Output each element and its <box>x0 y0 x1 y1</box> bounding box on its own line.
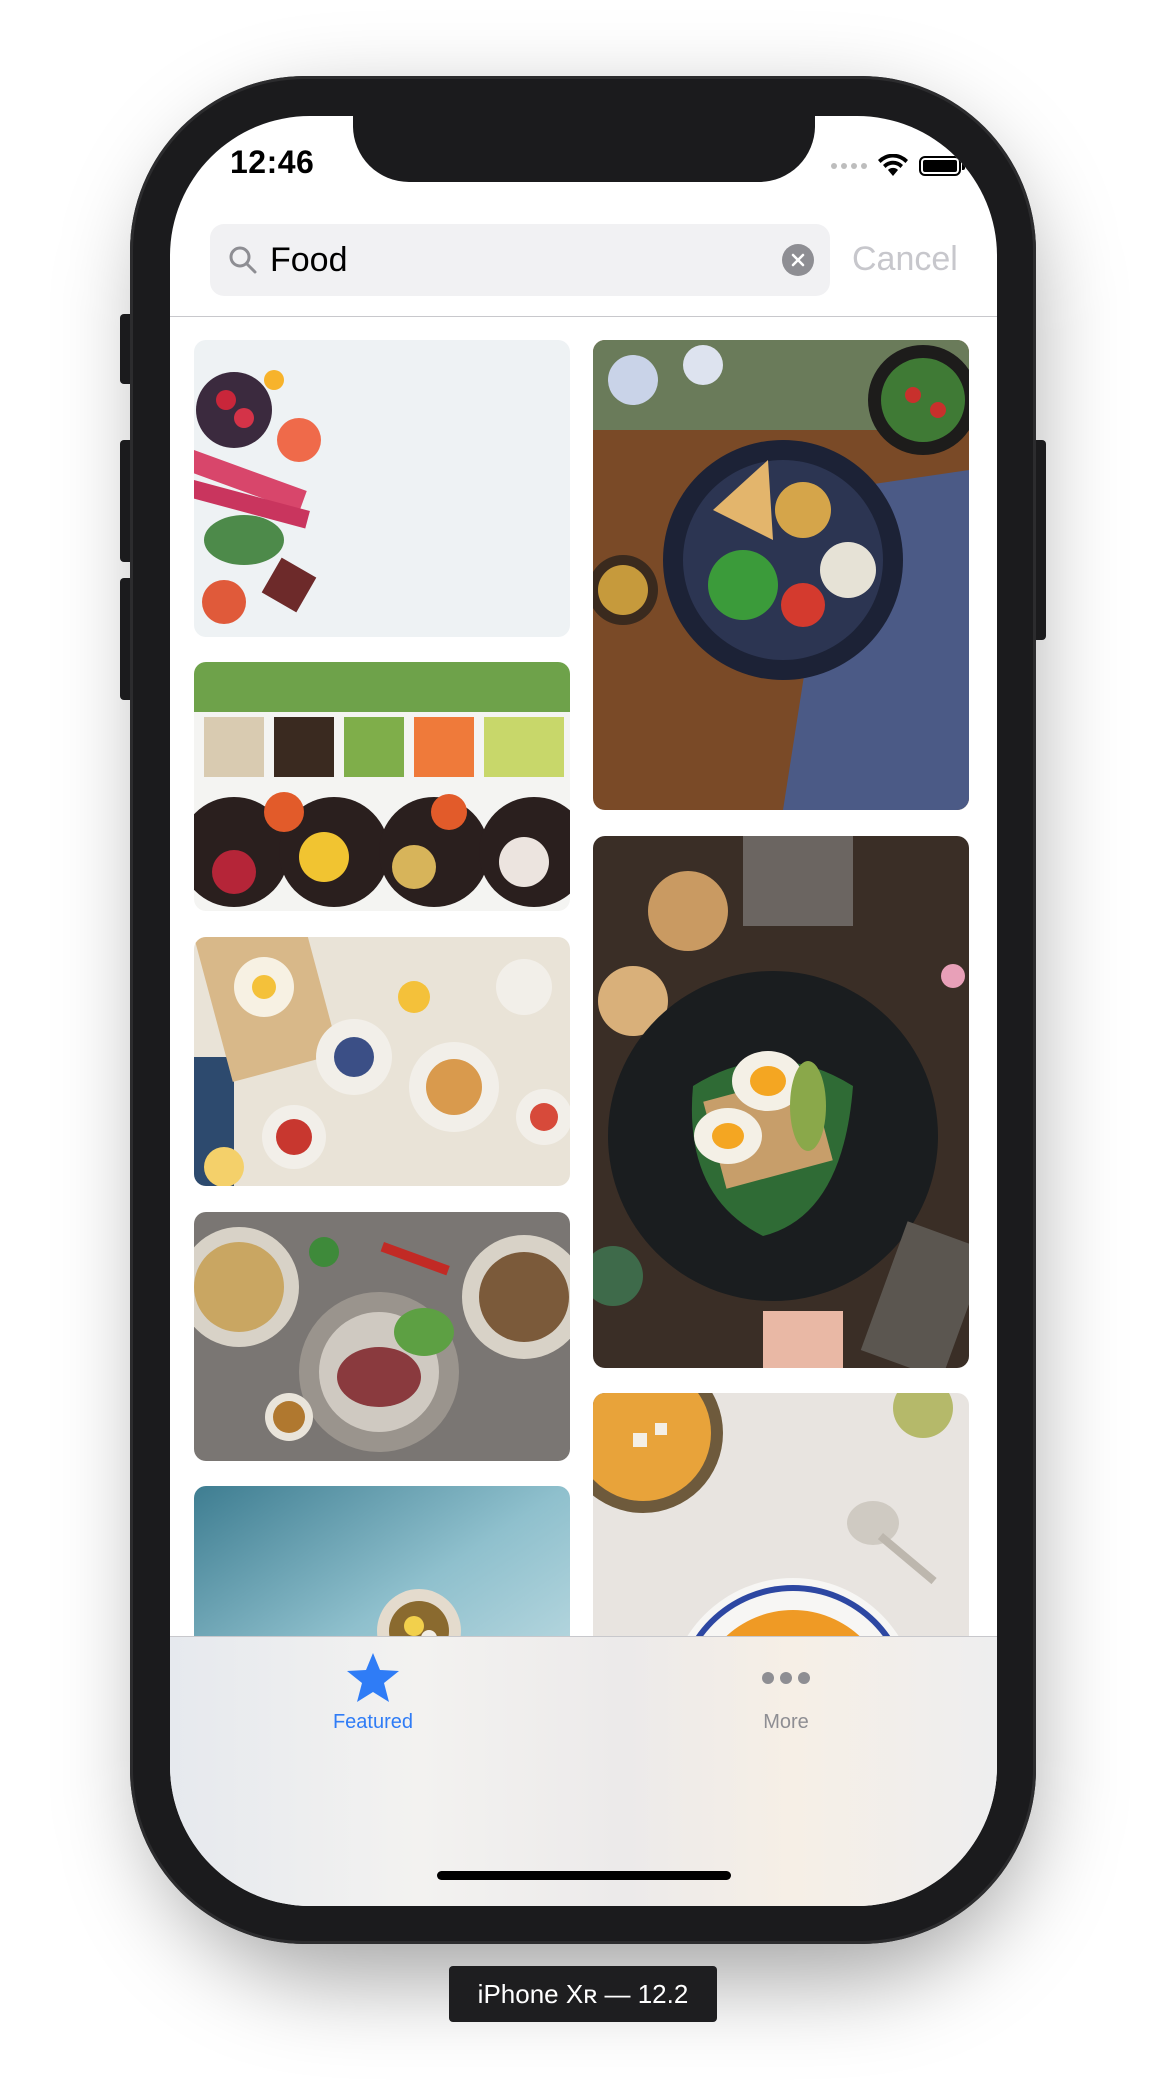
tab-bar: Featured More <box>170 1636 997 1906</box>
tab-more[interactable]: More <box>686 1651 886 1734</box>
photo-brunch-table[interactable] <box>194 937 570 1186</box>
battery-icon <box>919 156 965 176</box>
wifi-icon <box>878 154 908 176</box>
home-indicator[interactable] <box>437 1871 731 1880</box>
clear-search-icon[interactable] <box>782 244 814 276</box>
cancel-button[interactable]: Cancel <box>852 240 958 279</box>
photo-egg-toast[interactable] <box>593 836 969 1368</box>
device-screen: 12:46 Food Cancel Featured More <box>170 116 997 1906</box>
device-label: iPhone Xʀ — 12.2 <box>449 1966 717 2022</box>
status-icons <box>831 154 965 178</box>
photo-steak-plates[interactable] <box>194 1212 570 1461</box>
photo-buddha-bowl[interactable] <box>593 340 969 810</box>
notch <box>353 116 815 182</box>
photo-salad-bar[interactable] <box>194 662 570 911</box>
tab-featured-label: Featured <box>332 1711 414 1733</box>
status-time: 12:46 <box>230 144 315 180</box>
search-field[interactable]: Food <box>210 224 830 296</box>
star-icon <box>347 1653 399 1702</box>
search-input[interactable]: Food <box>270 241 782 280</box>
photo-fruit-on-white[interactable] <box>194 340 570 637</box>
tab-featured[interactable]: Featured <box>273 1651 473 1734</box>
search-icon <box>226 243 260 277</box>
more-icon <box>762 1672 810 1684</box>
cellular-signal-icon <box>831 163 867 169</box>
photo-grid[interactable] <box>194 340 974 1860</box>
tab-more-label: More <box>763 1711 809 1733</box>
search-divider <box>170 316 997 317</box>
